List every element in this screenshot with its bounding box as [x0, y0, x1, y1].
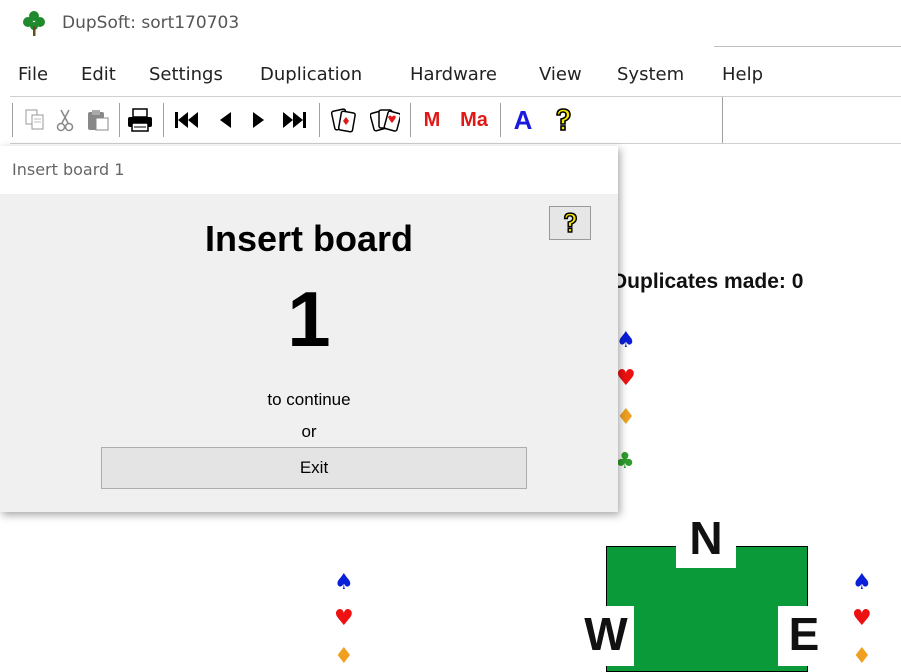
- toolbar-separator: [163, 103, 164, 137]
- heart-icon: ♥: [616, 366, 636, 391]
- menu-hardware[interactable]: Hardware: [410, 64, 497, 85]
- heart-icon: ♥: [334, 606, 354, 631]
- first-icon[interactable]: [170, 105, 204, 135]
- menu-view[interactable]: View: [539, 64, 582, 85]
- toolbar-separator: [410, 103, 411, 137]
- help-icon[interactable]: [548, 105, 578, 135]
- toolbar-separator: [500, 103, 501, 137]
- print-icon[interactable]: [125, 105, 155, 135]
- previous-icon[interactable]: [212, 105, 238, 135]
- compass-west: W: [578, 606, 634, 666]
- menu-edit[interactable]: Edit: [81, 64, 116, 85]
- copy-icon[interactable]: [22, 105, 48, 135]
- window-titlebar: DupSoft: sort170703: [0, 0, 901, 48]
- spade-icon: ♠: [334, 570, 354, 595]
- diamond-icon: ♦: [852, 644, 872, 669]
- toolbar: M Ma A: [10, 96, 901, 144]
- last-icon[interactable]: [278, 105, 312, 135]
- toolbar-bottom-line: [714, 46, 901, 47]
- insert-board-dialog: Insert board 1 Insert board 1 to continu…: [0, 146, 618, 512]
- toolbar-end-separator: [722, 97, 723, 143]
- menu-help[interactable]: Help: [722, 64, 763, 85]
- menu-settings[interactable]: Settings: [149, 64, 223, 85]
- window-title: DupSoft: sort170703: [62, 13, 240, 33]
- compass-north: N: [676, 510, 736, 568]
- toolbar-grip: [12, 103, 13, 137]
- cut-icon[interactable]: [52, 105, 78, 135]
- spade-icon: ♠: [616, 328, 636, 353]
- clover-icon: [23, 11, 45, 36]
- font-a-button[interactable]: A: [508, 105, 538, 135]
- continue-text: to continue: [267, 390, 351, 409]
- diamond-icon: ♦: [334, 644, 354, 669]
- or-text: or: [301, 422, 317, 441]
- menu-bar: File Edit Settings Duplication Hardware …: [0, 58, 901, 92]
- ma-button[interactable]: Ma: [454, 105, 494, 135]
- heart-icon: ♥: [852, 606, 872, 631]
- cards-icon[interactable]: [368, 105, 402, 135]
- board-number: 1: [287, 275, 331, 363]
- toolbar-separator: [119, 103, 120, 137]
- duplicates-made-label: Duplicates made: 0: [612, 270, 804, 293]
- toolbar-separator: [319, 103, 320, 137]
- menu-duplication[interactable]: Duplication: [260, 64, 362, 85]
- exit-button[interactable]: Exit: [101, 447, 527, 489]
- spade-icon: ♠: [852, 570, 872, 595]
- menu-system[interactable]: System: [617, 64, 684, 85]
- paste-icon[interactable]: [84, 105, 112, 135]
- next-icon[interactable]: [246, 105, 272, 135]
- m-button[interactable]: M: [418, 105, 446, 135]
- compass-east: E: [778, 606, 830, 666]
- diamond-icon: ♦: [616, 405, 636, 430]
- dialog-title: Insert board 1: [12, 160, 125, 179]
- deal-icon[interactable]: [326, 105, 360, 135]
- menu-file[interactable]: File: [18, 64, 48, 85]
- insert-board-heading: Insert board: [204, 218, 414, 259]
- dialog-titlebar[interactable]: Insert board 1: [0, 146, 618, 194]
